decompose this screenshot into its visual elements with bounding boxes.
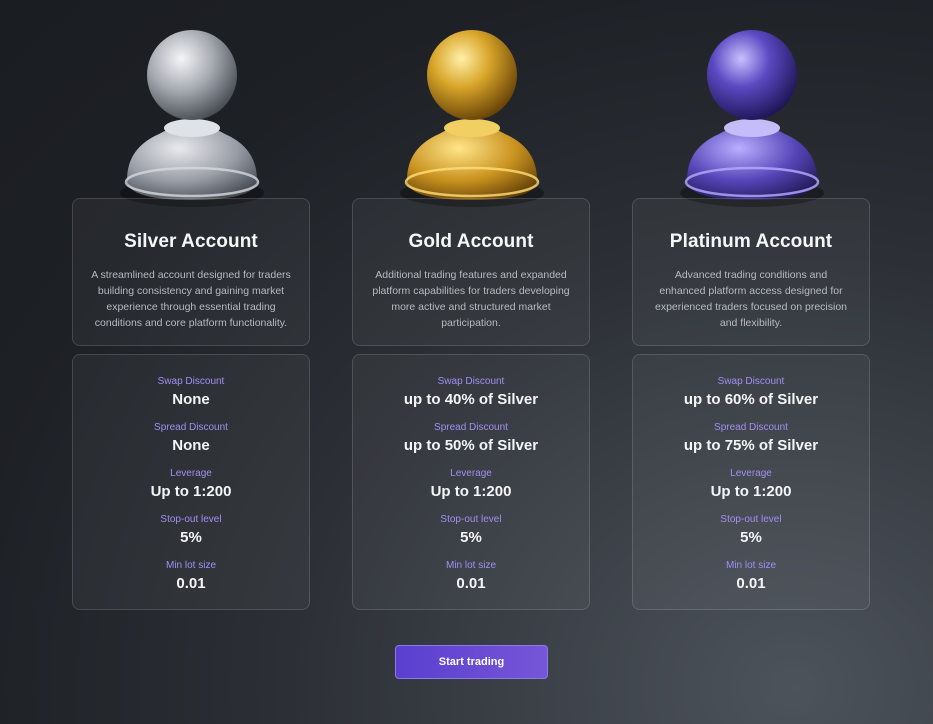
stat-value: Up to 1:200	[430, 483, 512, 500]
stat-label: Min lot size	[725, 560, 776, 571]
stat-label: Stop-out level	[720, 514, 782, 525]
account-stats-card: Swap Discount up to 40% of Silver Spread…	[352, 354, 590, 610]
stat-value: up to 40% of Silver	[403, 391, 539, 408]
stat-value: up to 60% of Silver	[683, 391, 819, 408]
silver-pawn-icon	[117, 30, 267, 210]
stat-label: Min lot size	[165, 560, 216, 571]
stat-leverage: Leverage Up to 1:200	[353, 468, 589, 502]
stat-label: Leverage	[170, 468, 212, 479]
stat-min-lot-size: Min lot size 0.01	[73, 560, 309, 594]
stat-spread-discount: Spread Discount None	[73, 422, 309, 456]
stat-label: Spread Discount	[154, 422, 228, 433]
account-card-header: Silver Account A streamlined account des…	[72, 198, 310, 346]
stat-value: Up to 1:200	[150, 483, 232, 500]
stat-label: Leverage	[450, 468, 492, 479]
stat-min-lot-size: Min lot size 0.01	[633, 560, 869, 594]
stat-value: 5%	[180, 529, 202, 546]
stat-value: 0.01	[176, 575, 206, 592]
stat-value: 0.01	[456, 575, 486, 592]
stat-label: Swap Discount	[717, 376, 785, 387]
stat-label: Stop-out level	[160, 514, 222, 525]
stat-swap-discount: Swap Discount up to 40% of Silver	[353, 376, 589, 410]
stat-spread-discount: Spread Discount up to 75% of Silver	[633, 422, 869, 456]
start-trading-button[interactable]: Start trading	[395, 645, 548, 679]
account-title: Gold Account	[408, 231, 534, 252]
stat-swap-discount: Swap Discount None	[73, 376, 309, 410]
gold-pawn-icon	[397, 30, 547, 210]
platinum-pawn-icon	[677, 30, 827, 210]
stat-label: Swap Discount	[157, 376, 225, 387]
account-description: Advanced trading conditions and enhanced…	[654, 269, 848, 329]
stat-value: Up to 1:200	[710, 483, 792, 500]
account-title: Platinum Account	[669, 231, 833, 252]
stat-stop-out-level: Stop-out level 5%	[353, 514, 589, 548]
stat-label: Spread Discount	[714, 422, 788, 433]
stat-value: None	[172, 437, 210, 454]
stat-label: Spread Discount	[434, 422, 508, 433]
stat-leverage: Leverage Up to 1:200	[73, 468, 309, 502]
stat-label: Leverage	[730, 468, 772, 479]
stat-value: up to 75% of Silver	[683, 437, 819, 454]
stat-stop-out-level: Stop-out level 5%	[633, 514, 869, 548]
stat-value: 0.01	[736, 575, 766, 592]
account-description: Additional trading features and expanded…	[372, 269, 570, 329]
stat-spread-discount: Spread Discount up to 50% of Silver	[353, 422, 589, 456]
account-card-header: Gold Account Additional trading features…	[352, 198, 590, 346]
stat-leverage: Leverage Up to 1:200	[633, 468, 869, 502]
account-stats-card: Swap Discount up to 60% of Silver Spread…	[632, 354, 870, 610]
account-stats-card: Swap Discount None Spread Discount None …	[72, 354, 310, 610]
stat-label: Stop-out level	[440, 514, 502, 525]
stat-value: None	[172, 391, 210, 408]
stat-label: Min lot size	[445, 560, 496, 571]
stat-min-lot-size: Min lot size 0.01	[353, 560, 589, 594]
account-card-header: Platinum Account Advanced trading condit…	[632, 198, 870, 346]
stat-value: up to 50% of Silver	[403, 437, 539, 454]
stat-value: 5%	[460, 529, 482, 546]
stat-label: Swap Discount	[437, 376, 505, 387]
stat-stop-out-level: Stop-out level 5%	[73, 514, 309, 548]
account-description: A streamlined account designed for trade…	[91, 269, 291, 329]
stat-value: 5%	[740, 529, 762, 546]
account-title: Silver Account	[124, 231, 258, 252]
stat-swap-discount: Swap Discount up to 60% of Silver	[633, 376, 869, 410]
